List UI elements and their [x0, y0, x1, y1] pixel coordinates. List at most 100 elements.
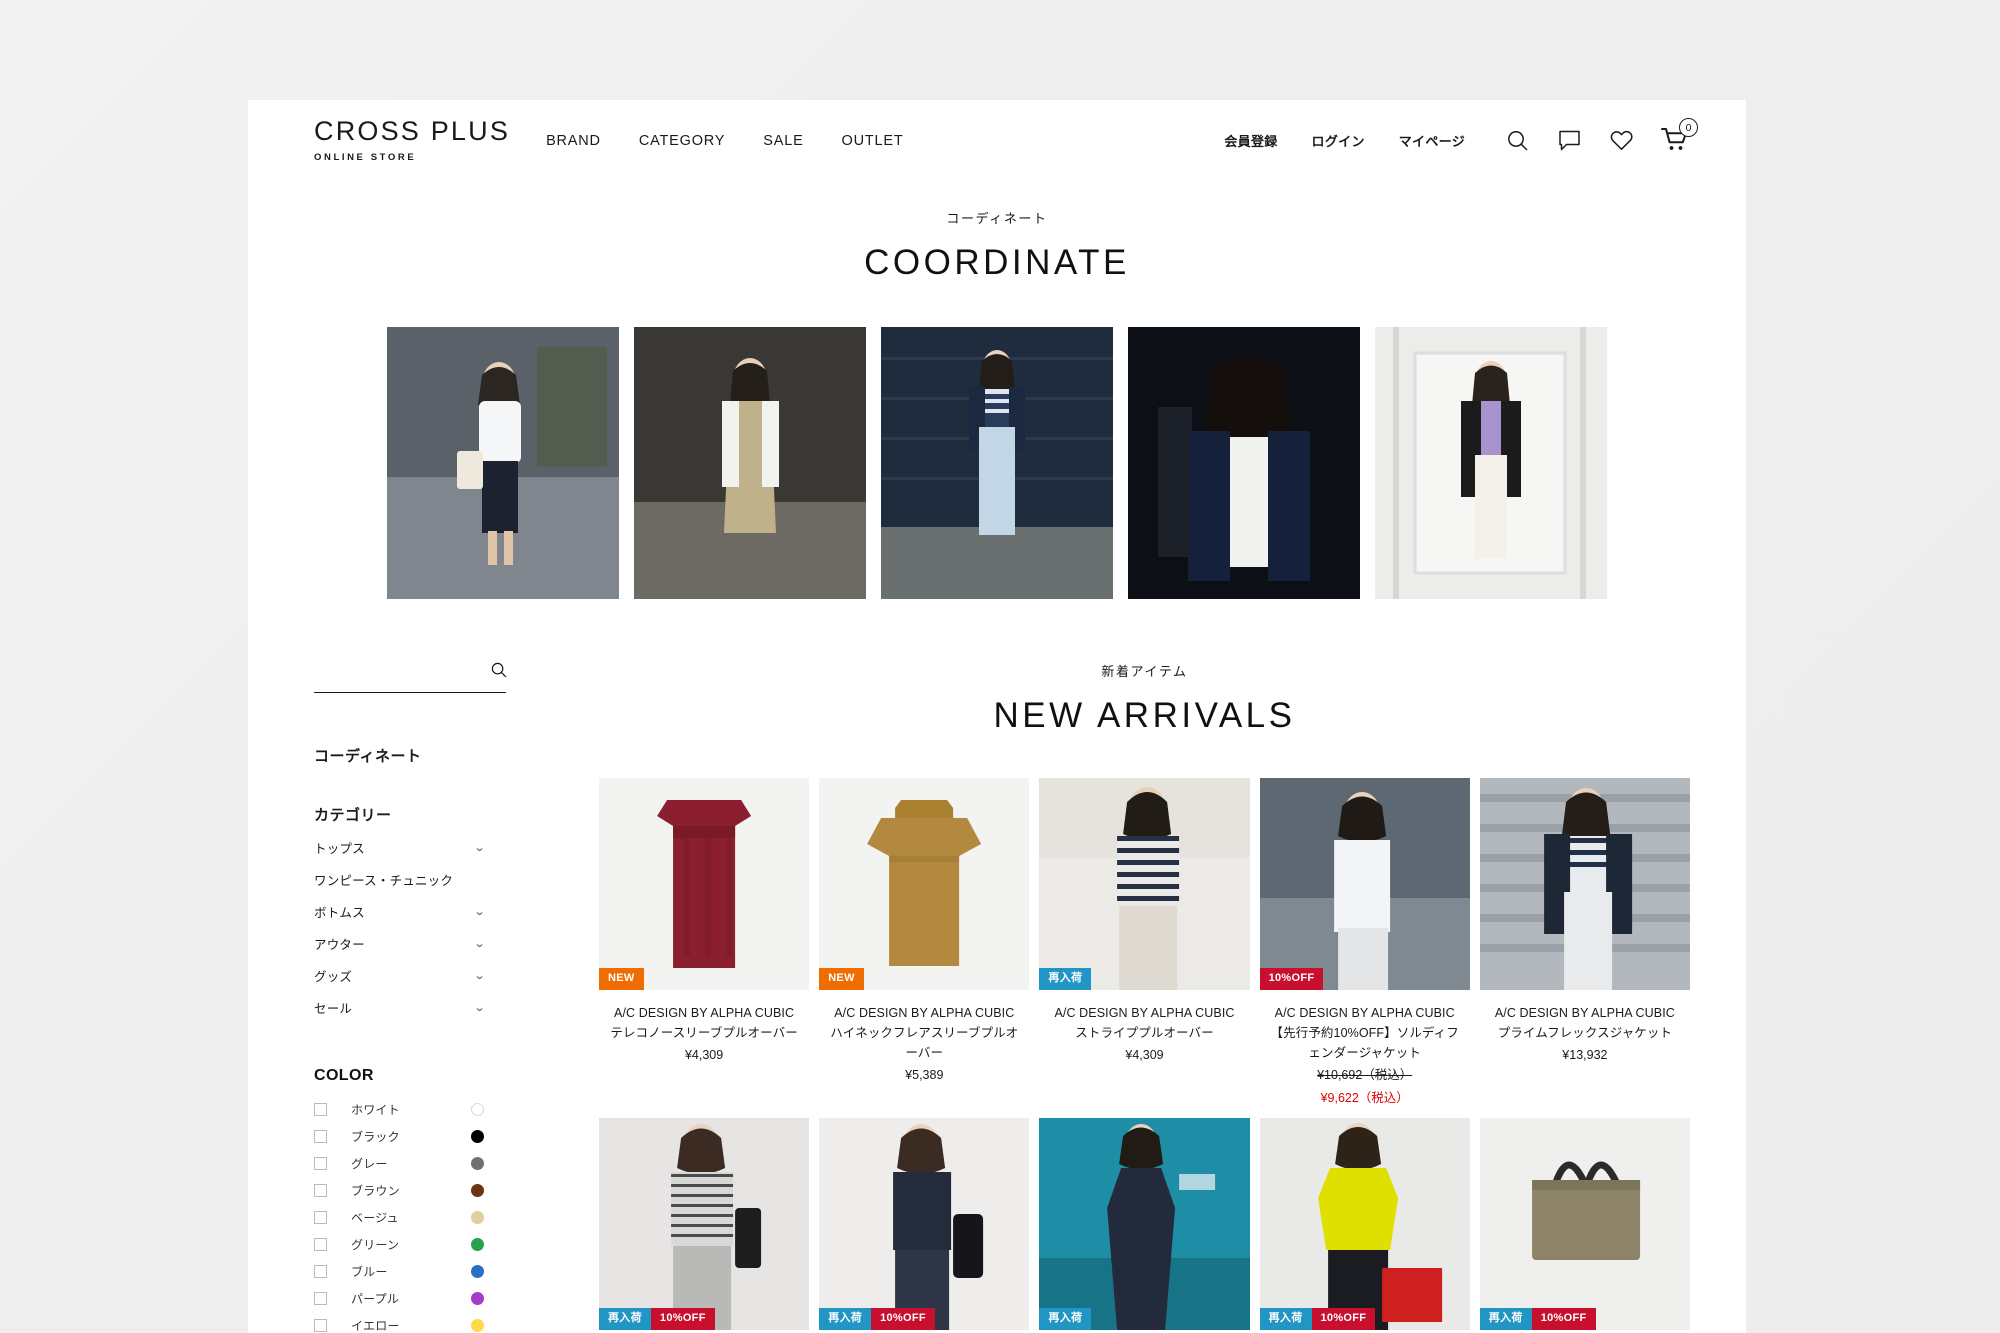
color-filter-row[interactable]: イエロー [314, 1312, 484, 1333]
product-card[interactable]: 再入荷 A/C DESIGN BY ALPHA CUBIC ストライププルオーバー ¥… [1039, 778, 1250, 1110]
product-card[interactable]: A/C DESIGN BY ALPHA CUBIC プライムフレックスジャケット ¥… [1479, 778, 1690, 1110]
product-card[interactable]: 再入荷 10%OFF [599, 1117, 810, 1333]
product-image-wrapper[interactable]: 再入荷 10%OFF [599, 1117, 810, 1330]
register-link[interactable]: 会員登録 [1224, 131, 1277, 150]
product-image-wrapper[interactable]: 再入荷 [1039, 1117, 1250, 1330]
product-info [1260, 1330, 1470, 1333]
badge-group: 再入荷 [1039, 1307, 1092, 1330]
product-card[interactable]: 10%OFF A/C DESIGN BY ALPHA CUBIC 【先行予約10%O… [1259, 778, 1470, 1110]
product-image-wrapper[interactable]: 再入荷 10%OFF [1479, 1117, 1690, 1330]
product-card[interactable]: 再入荷 10%OFF [1259, 1117, 1470, 1333]
nav-item-category[interactable]: CATEGORY [639, 133, 725, 149]
badge-group: 再入荷 10%OFF [1259, 1307, 1376, 1330]
product-card[interactable]: 再入荷 10%OFF [819, 1117, 1030, 1333]
site-container: CROSS PLUS ONLINE STORE BRAND CATEGORY S… [248, 100, 1746, 1333]
product-card[interactable]: 再入荷 [1039, 1117, 1250, 1333]
product-price-sale: ¥9,622（税込） [1320, 1091, 1409, 1106]
product-card[interactable]: NEW A/C DESIGN BY ALPHA CUBIC テレコノースリーブプルオ… [599, 778, 810, 1110]
product-info: A/C DESIGN BY ALPHA CUBIC プライムフレックスジャケット ¥… [1480, 990, 1690, 1066]
category-label: グッズ [314, 969, 353, 984]
mypage-link[interactable]: マイページ [1399, 131, 1465, 150]
login-link[interactable]: ログイン [1312, 131, 1365, 150]
heart-icon[interactable] [1609, 128, 1634, 153]
category-label: セール [314, 1001, 353, 1016]
color-filter-row[interactable]: パープル [314, 1285, 484, 1312]
coordinate-title: COORDINATE [864, 243, 1130, 282]
sidebar-heading-coordinate[interactable]: コーディネート [314, 745, 549, 766]
new-arrivals-header: 新着アイテム NEW ARRIVALS [599, 661, 1690, 736]
coordinate-card[interactable] [1375, 327, 1607, 599]
color-checkbox[interactable] [314, 1130, 327, 1143]
product-price: ¥4,309 [1125, 1048, 1164, 1062]
new-arrivals-subtitle: 新着アイテム [1101, 664, 1188, 679]
nav-item-brand[interactable]: BRAND [546, 133, 601, 149]
color-filter-row[interactable]: ブラウン [314, 1177, 484, 1204]
product-name: 【先行予約10%OFF】ソルディフェンダージャケット [1270, 1026, 1459, 1060]
color-filter-row[interactable]: ホワイト [314, 1096, 484, 1123]
product-card[interactable]: 再入荷 10%OFF [1479, 1117, 1690, 1333]
sidebar-heading-category: カテゴリー [314, 807, 392, 824]
color-swatch [471, 1211, 484, 1224]
coordinate-image [881, 327, 1113, 599]
search-icon[interactable] [490, 661, 508, 684]
coordinate-card[interactable] [387, 327, 619, 599]
product-image-wrapper[interactable]: 10%OFF [1259, 778, 1470, 990]
color-filter-row[interactable]: グレー [314, 1150, 484, 1177]
color-checkbox[interactable] [314, 1292, 327, 1305]
site-logo[interactable]: CROSS PLUS ONLINE STORE [314, 116, 510, 163]
coordinate-card[interactable] [1128, 327, 1360, 599]
product-image-wrapper[interactable]: 再入荷 10%OFF [819, 1117, 1030, 1330]
color-checkbox[interactable] [314, 1238, 327, 1251]
product-card[interactable]: NEW A/C DESIGN BY ALPHA CUBIC ハイネックフレアスリーブ… [819, 778, 1030, 1110]
color-filter-row[interactable]: グリーン [314, 1231, 484, 1258]
sidebar-item-goods[interactable]: グッズ ⌄ [314, 959, 485, 991]
color-checkbox[interactable] [314, 1265, 327, 1278]
nav-item-outlet[interactable]: OUTLET [842, 133, 904, 149]
sidebar-item-outer[interactable]: アウター ⌄ [314, 927, 485, 959]
sidebar-search[interactable] [314, 661, 508, 693]
color-checkbox[interactable] [314, 1211, 327, 1224]
product-brand: A/C DESIGN BY ALPHA CUBIC [1494, 1006, 1675, 1020]
chat-icon[interactable] [1557, 128, 1582, 153]
sidebar-item-tops[interactable]: トップス ⌄ [314, 831, 485, 863]
sidebar-item-onepiece[interactable]: ワンピース・チュニック [314, 863, 484, 895]
nav-item-sale[interactable]: SALE [763, 133, 803, 149]
chevron-down-icon: ⌄ [473, 905, 486, 918]
product-name: ハイネックフレアスリーブプルオーバー [830, 1026, 1019, 1060]
search-icon[interactable] [1505, 128, 1530, 153]
sidebar-item-sale[interactable]: セール ⌄ [314, 991, 485, 1023]
coordinate-card[interactable] [634, 327, 866, 599]
search-input[interactable] [314, 665, 490, 680]
coordinate-image [1128, 327, 1360, 599]
color-filter-row[interactable]: ベージュ [314, 1204, 484, 1231]
product-image [1479, 1117, 1690, 1330]
product-image-wrapper[interactable]: NEW [819, 778, 1030, 990]
color-filter-row[interactable]: ブルー [314, 1258, 484, 1285]
coordinate-card[interactable] [881, 327, 1113, 599]
product-grid: NEW A/C DESIGN BY ALPHA CUBIC テレコノースリーブプルオ… [599, 778, 1690, 1333]
product-image-wrapper[interactable]: 再入荷 10%OFF [1259, 1117, 1470, 1330]
product-badge-restock: 再入荷 [1479, 1307, 1532, 1330]
color-checkbox[interactable] [314, 1319, 327, 1332]
product-image-wrapper[interactable] [1479, 778, 1690, 990]
product-info [599, 1330, 809, 1333]
new-arrivals-title: NEW ARRIVALS [993, 696, 1296, 735]
product-brand: A/C DESIGN BY ALPHA CUBIC [1274, 1006, 1455, 1020]
product-badge-off: 10%OFF [1531, 1307, 1596, 1330]
product-name: プライムフレックスジャケット [1497, 1026, 1673, 1040]
badge-group: NEW [819, 968, 864, 990]
cart-icon[interactable]: 0 [1661, 118, 1698, 153]
badge-group: NEW [599, 968, 644, 990]
color-checkbox[interactable] [314, 1184, 327, 1197]
color-checkbox[interactable] [314, 1103, 327, 1116]
color-swatch [471, 1292, 484, 1305]
product-brand: A/C DESIGN BY ALPHA CUBIC [614, 1006, 795, 1020]
product-badge-off: 10%OFF [1311, 1307, 1376, 1330]
color-checkbox[interactable] [314, 1157, 327, 1170]
product-name: テレコノースリーブプルオーバー [610, 1026, 798, 1040]
product-image-wrapper[interactable]: 再入荷 [1039, 778, 1250, 990]
product-image-wrapper[interactable]: NEW [599, 778, 810, 990]
product-badge-new: NEW [599, 968, 644, 990]
sidebar-item-bottoms[interactable]: ボトムス ⌄ [314, 895, 486, 927]
color-filter-row[interactable]: ブラック [314, 1123, 484, 1150]
